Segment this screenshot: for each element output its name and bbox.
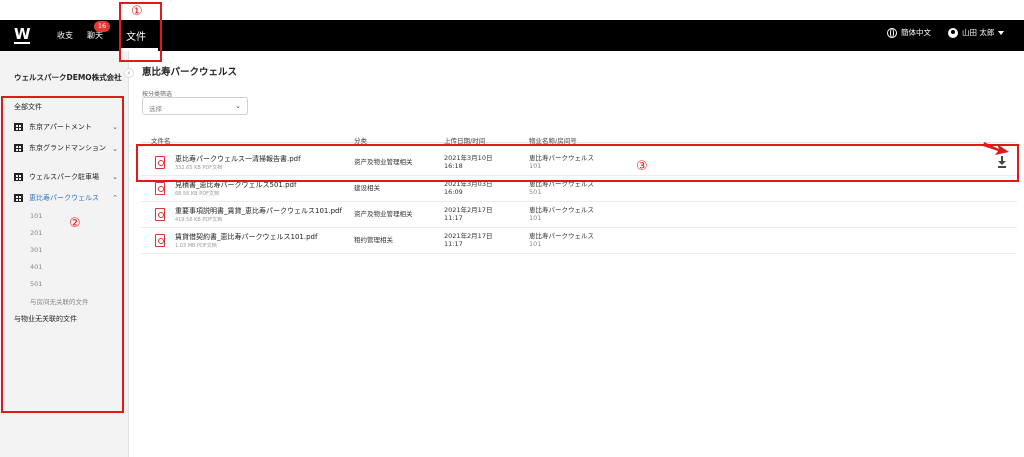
file-category: 资产及物业管理相关 (354, 210, 413, 218)
upload-date: 2021年2月17日 (444, 206, 493, 214)
file-category: 建设相关 (354, 184, 380, 192)
chevron-down-icon (998, 30, 1005, 35)
file-property: 恵比寿パークウェルス 101 (529, 232, 594, 248)
file-name[interactable]: 重要事項説明書_賃貸_恵比寿パークウェルス101.pdf (175, 206, 342, 216)
file-property: 恵比寿パークウェルス 501 (529, 180, 594, 196)
upload-time: 11:17 (444, 214, 463, 222)
pdf-file-icon (155, 208, 165, 221)
pdf-file-icon (155, 234, 165, 247)
page: W 收支 聊天 16 文件 簡体中文 山田 太郎 ウェルスパークDEMO株式会社… (0, 0, 1024, 457)
room-number: 101 (529, 214, 542, 222)
sidebar-collapse-button[interactable]: ‹ (124, 68, 134, 78)
user-menu[interactable]: 山田 太郎 (948, 27, 1005, 38)
annotation-box-2 (1, 96, 124, 413)
annotation-number-1: ① (131, 4, 143, 19)
globe-icon (887, 27, 897, 38)
file-upload-time: 2021年2月17日 11:17 (444, 206, 492, 222)
annotation-number-3: ③ (636, 159, 648, 174)
file-category: 租约管理相关 (354, 236, 393, 244)
file-meta: 419.56 KB PDF文档 (175, 217, 223, 223)
room-number: 101 (529, 240, 542, 248)
upload-time: 16:09 (444, 188, 463, 196)
upload-time: 11:17 (444, 240, 463, 248)
table-row[interactable]: 賃貸借契約書_恵比寿パークウェルス101.pdf 1.03 MB PDF文档 租… (141, 228, 1017, 254)
file-upload-time: 2021年2月17日 11:17 (444, 232, 492, 248)
file-meta: 68.56 KB PDF文档 (175, 191, 219, 197)
select-placeholder: 选择 (149, 105, 162, 113)
property-name: 恵比寿パークウェルス (529, 232, 594, 240)
language-switcher[interactable]: 簡体中文 (887, 27, 931, 38)
user-avatar-icon (948, 27, 958, 38)
table-row[interactable]: 重要事項説明書_賃貸_恵比寿パークウェルス101.pdf 419.56 KB P… (141, 202, 1017, 228)
table-header: 文件名 分类 上传日期/时间 物业名称/房间号 (141, 130, 1017, 145)
chevron-down-icon: ⌄ (235, 102, 241, 110)
company-name: ウェルスパークDEMO株式会社 (14, 73, 122, 82)
nav-income-expense[interactable]: 收支 (57, 30, 73, 41)
file-upload-time: 2021年3月03日 16:09 (444, 180, 492, 196)
pdf-file-icon (155, 182, 165, 195)
chat-unread-badge: 16 (94, 21, 110, 32)
category-filter-select[interactable]: 选择 ⌄ (142, 97, 248, 115)
room-number: 501 (529, 188, 542, 196)
annotation-number-2: ② (69, 216, 81, 231)
red-arrow-icon (983, 142, 1009, 155)
app-logo[interactable]: W (14, 25, 31, 45)
file-name[interactable]: 賃貸借契約書_恵比寿パークウェルス101.pdf (175, 232, 317, 242)
file-meta: 1.03 MB PDF文档 (175, 243, 217, 249)
annotation-box-3 (136, 144, 1019, 182)
page-title: 恵比寿パークウェルス (142, 67, 238, 78)
user-name: 山田 太郎 (962, 28, 995, 37)
file-property: 恵比寿パークウェルス 101 (529, 206, 594, 222)
language-label: 簡体中文 (901, 28, 931, 37)
upload-date: 2021年2月17日 (444, 232, 493, 240)
property-name: 恵比寿パークウェルス (529, 206, 594, 214)
